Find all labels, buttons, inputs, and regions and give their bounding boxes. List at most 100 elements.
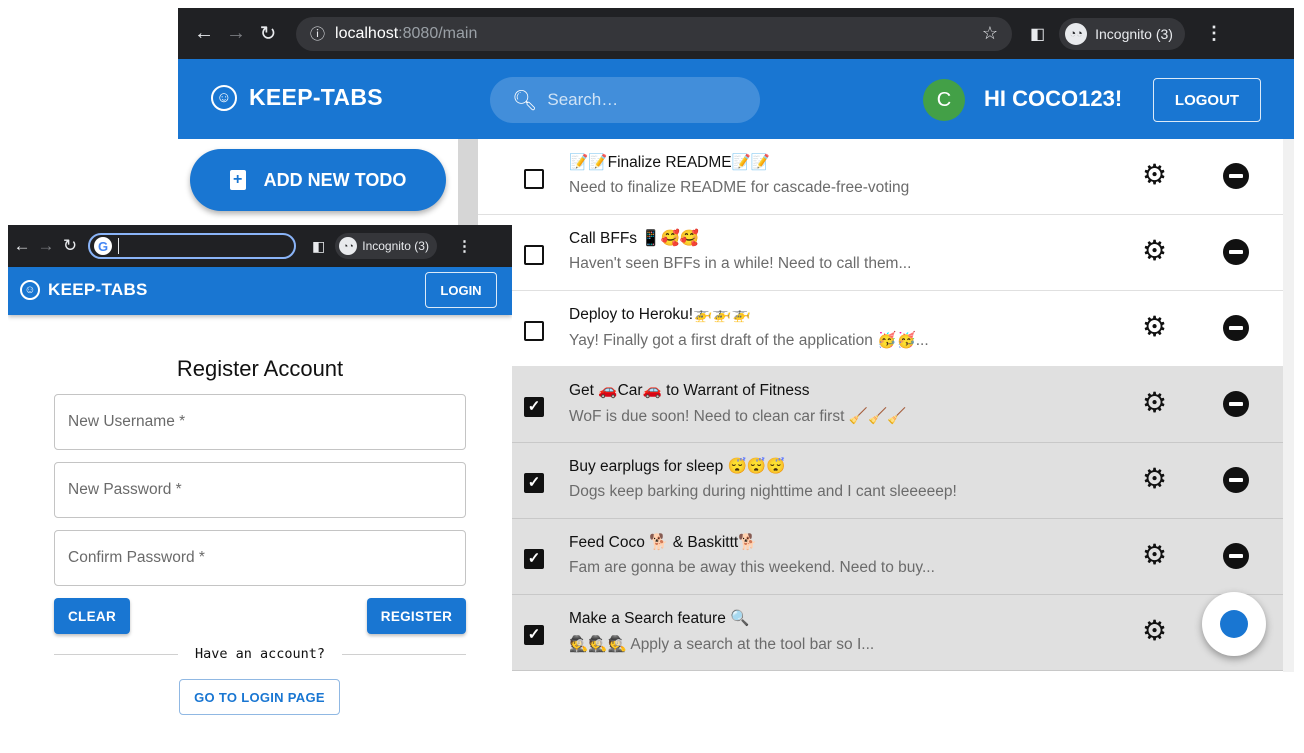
- new-password-field[interactable]: New Password *: [54, 462, 466, 518]
- add-new-todo-button[interactable]: + ADD NEW TODO: [190, 149, 446, 211]
- login-button[interactable]: LOGIN: [425, 272, 497, 308]
- todo-title: Get 🚗Car🚗 to Warrant of Fitness: [569, 382, 810, 399]
- new-username-field[interactable]: New Username *: [54, 394, 466, 450]
- new-password-label: New Password *: [68, 481, 182, 498]
- todo-description: Yay! Finally got a first draft of the ap…: [569, 332, 929, 349]
- todo-item[interactable]: Deploy to Heroku!🚁🚁🚁 Yay! Finally got a f…: [478, 291, 1283, 367]
- add-document-icon: +: [229, 170, 246, 190]
- todo-list: 📝📝Finalize README📝📝 Need to finalize READ…: [478, 139, 1283, 672]
- smiley-icon: ☺: [20, 280, 40, 300]
- logout-button[interactable]: LOGOUT: [1153, 78, 1261, 122]
- register-button[interactable]: REGISTER: [367, 598, 466, 634]
- brand-name: KEEP-TABS: [48, 280, 148, 299]
- todo-item[interactable]: ✓ Buy earplugs for sleep 😴😴😴 Dogs keep bar…: [478, 443, 1283, 519]
- gear-icon[interactable]: ⚙: [1142, 389, 1167, 417]
- app-bar: ☺ KEEP-TABS LOGIN: [8, 267, 512, 315]
- login-browser-window: ← → ↻ G ◧ ◔◔ Incognito (3) ⋮ ☺ KEEP-TABS…: [8, 225, 512, 753]
- todo-checkbox[interactable]: ✓: [524, 397, 544, 417]
- register-title: Register Account: [176, 356, 344, 381]
- site-info-icon[interactable]: ⓘ: [310, 23, 325, 44]
- todo-title: Call BFFs 📱🥰🥰: [569, 230, 700, 247]
- todo-title: Buy earplugs for sleep 😴😴😴: [569, 458, 786, 475]
- address-bar[interactable]: G: [88, 233, 296, 259]
- todo-checkbox[interactable]: [524, 169, 544, 189]
- todo-title: Deploy to Heroku!🚁🚁🚁: [569, 306, 751, 323]
- remove-todo-icon[interactable]: [1223, 543, 1249, 569]
- todo-item[interactable]: ✓ Make a Search feature 🔍 🕵🕵🕵 Apply a sear…: [478, 595, 1283, 671]
- todo-description: Need to finalize README for cascade-free…: [569, 179, 910, 196]
- text-caret: [118, 238, 119, 254]
- side-panel-icon[interactable]: ◧: [312, 238, 325, 255]
- back-arrow-icon[interactable]: ←: [190, 22, 218, 45]
- forward-arrow-icon[interactable]: →: [222, 22, 250, 45]
- todo-title: 📝📝Finalize README📝📝: [569, 154, 771, 171]
- browser-toolbar: ← → ↻ ⓘ localhost:8080/main ☆ ◧ ◔◔ Incog…: [178, 8, 1294, 59]
- todo-description: WoF is due soon! Need to clean car first…: [569, 408, 907, 425]
- incognito-indicator[interactable]: ◔◔ Incognito (3): [1059, 17, 1185, 50]
- todo-title: Make a Search feature 🔍: [569, 610, 750, 627]
- gear-icon[interactable]: ⚙: [1142, 313, 1167, 341]
- divider-left: [54, 654, 178, 655]
- browser-menu-icon[interactable]: ⋮: [1205, 23, 1223, 44]
- browser-toolbar: ← → ↻ G ◧ ◔◔ Incognito (3) ⋮: [8, 225, 512, 267]
- have-account-text: Have an account?: [194, 646, 326, 662]
- url-path: :8080/main: [398, 24, 478, 42]
- fab-dot-icon: [1220, 610, 1248, 638]
- brand[interactable]: ☺ KEEP-TABS: [211, 84, 383, 111]
- incognito-label: Incognito (3): [362, 239, 429, 253]
- remove-todo-icon[interactable]: [1223, 163, 1249, 189]
- avatar[interactable]: C: [923, 79, 965, 121]
- brand[interactable]: ☺ KEEP-TABS: [20, 280, 148, 300]
- side-panel-icon[interactable]: ◧: [1030, 24, 1045, 44]
- todo-checkbox[interactable]: ✓: [524, 549, 544, 569]
- todo-description: Haven't seen BFFs in a while! Need to ca…: [569, 255, 912, 272]
- remove-todo-icon[interactable]: [1223, 391, 1249, 417]
- todo-checkbox[interactable]: ✓: [524, 625, 544, 645]
- remove-todo-icon[interactable]: [1223, 467, 1249, 493]
- search-placeholder: Search…: [547, 90, 619, 109]
- divider-right: [342, 654, 466, 655]
- reload-icon[interactable]: ↻: [254, 21, 282, 46]
- google-icon: G: [94, 237, 112, 255]
- gear-icon[interactable]: ⚙: [1142, 161, 1167, 189]
- todo-title: Feed Coco 🐕 & Baskittt🐕: [569, 534, 758, 551]
- browser-menu-icon[interactable]: ⋮: [457, 237, 472, 255]
- reload-icon[interactable]: ↻: [58, 236, 82, 256]
- gear-icon[interactable]: ⚙: [1142, 465, 1167, 493]
- remove-todo-icon[interactable]: [1223, 315, 1249, 341]
- gear-icon[interactable]: ⚙: [1142, 617, 1167, 645]
- todo-checkbox[interactable]: [524, 245, 544, 265]
- todo-description: Fam are gonna be away this weekend. Need…: [569, 559, 935, 576]
- go-to-login-page-button[interactable]: GO TO LOGIN PAGE: [179, 679, 340, 715]
- list-scrollbar[interactable]: [1283, 139, 1294, 672]
- smiley-icon: ☺: [211, 84, 237, 111]
- search-icon: 🔍︎: [512, 89, 538, 112]
- confirm-password-label: Confirm Password *: [68, 549, 205, 566]
- todo-checkbox[interactable]: ✓: [524, 473, 544, 493]
- todo-item[interactable]: ✓ Get 🚗Car🚗 to Warrant of Fitness WoF is d…: [478, 367, 1283, 443]
- incognito-icon: ◔◔: [339, 237, 358, 255]
- floating-action-button[interactable]: [1202, 592, 1266, 656]
- remove-todo-icon[interactable]: [1223, 239, 1249, 265]
- gear-icon[interactable]: ⚙: [1142, 237, 1167, 265]
- incognito-label: Incognito (3): [1095, 25, 1173, 42]
- todo-item[interactable]: Call BFFs 📱🥰🥰 Haven't seen BFFs in a whil…: [478, 215, 1283, 291]
- todo-checkbox[interactable]: [524, 321, 544, 341]
- clear-button[interactable]: CLEAR: [54, 598, 130, 634]
- incognito-indicator[interactable]: ◔◔ Incognito (3): [335, 233, 437, 259]
- todo-description: 🕵🕵🕵 Apply a search at the tool bar so I.…: [569, 636, 875, 653]
- todo-item[interactable]: ✓ Feed Coco 🐕 & Baskittt🐕 Fam are gonna be…: [478, 519, 1283, 595]
- address-bar[interactable]: ⓘ localhost:8080/main ☆: [296, 16, 1012, 51]
- bookmark-star-icon[interactable]: ☆: [982, 23, 998, 44]
- todo-item[interactable]: 📝📝Finalize README📝📝 Need to finalize READ…: [478, 139, 1283, 215]
- confirm-password-field[interactable]: Confirm Password *: [54, 530, 466, 586]
- gear-icon[interactable]: ⚙: [1142, 541, 1167, 569]
- search-input[interactable]: 🔍︎ Search…: [490, 77, 760, 123]
- forward-arrow-icon[interactable]: →: [34, 236, 58, 256]
- url-host: localhost: [335, 24, 399, 42]
- back-arrow-icon[interactable]: ←: [10, 236, 34, 256]
- add-todo-label: ADD NEW TODO: [263, 169, 407, 190]
- new-username-label: New Username *: [68, 413, 186, 430]
- incognito-icon: ◔◔: [1065, 22, 1088, 45]
- app-bar: ☺ KEEP-TABS 🔍︎ Search… C HI COCO123! LOG…: [178, 59, 1294, 139]
